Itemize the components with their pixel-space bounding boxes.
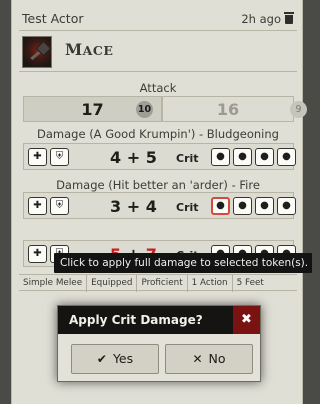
tag: 1 Action [188,275,233,292]
heart-plus-icon[interactable]: ✚ [28,245,47,263]
tag: Equipped [87,275,138,292]
tag: 5 Feet [236,278,264,288]
attack-roll-secondary[interactable]: 16 9 [162,96,307,122]
damage-total[interactable]: 4 + 5 [110,148,157,167]
user-triple-damage-icon[interactable]: ● [277,197,296,215]
heart-plus-icon[interactable]: ✚ [28,197,47,215]
divider [19,30,297,31]
mace-item-image[interactable] [22,36,52,68]
apply-crit-dialog: Apply Crit Damage? ✖ ✔ Yes ✕ No [57,305,261,382]
tooltip: Click to apply full damage to selected t… [54,253,312,273]
heart-plus-icon[interactable]: ✚ [28,148,47,166]
item-tags: Simple Melee Equipped Proficient 1 Actio… [19,274,297,292]
damage-label: Damage (Hit better an 'arder) - Fire [56,178,260,192]
damage-row: ✚ ⛨ 4 + 5 Crit ● ● ● ● [23,143,296,170]
d20-die-result: 9 [290,101,307,118]
attack-label: Attack [139,81,177,95]
no-button[interactable]: ✕ No [165,344,253,374]
yes-button[interactable]: ✔ Yes [71,344,159,374]
trash-icon[interactable] [284,12,294,24]
damage-total[interactable]: 3 + 4 [110,197,157,216]
item-name[interactable]: MACE [65,40,113,59]
dialog-title: Apply Crit Damage? [69,313,203,327]
crit-label[interactable]: Crit [176,152,199,165]
check-icon: ✔ [96,352,107,366]
message-header: Test Actor 2h ago [22,9,294,29]
d20-die-result: 10 [136,101,153,118]
attack-roll-primary[interactable]: 17 10 [23,96,162,122]
tag: Simple Melee [19,275,88,292]
user-half-damage-icon[interactable]: ● [233,148,252,166]
damage-label: Damage (A Good Krumpin') - Bludgeoning [37,127,279,141]
user-double-damage-icon[interactable]: ● [255,197,274,215]
tag: Proficient [137,275,188,292]
crit-label[interactable]: Crit [176,201,199,214]
damage-row: ✚ ⛨ 3 + 4 Crit ● ● ● ● [23,192,296,219]
shield-heart-icon[interactable]: ⛨ [50,148,69,166]
attack-total: 16 [216,100,240,119]
divider [19,71,297,72]
actor-name: Test Actor [22,11,84,26]
user-full-damage-icon[interactable]: ● [211,148,230,166]
dialog-titlebar: Apply Crit Damage? ✖ [58,306,260,334]
user-half-damage-icon[interactable]: ● [233,197,252,215]
close-icon[interactable]: ✖ [233,306,260,334]
message-timestamp: 2h ago [241,12,281,26]
user-double-damage-icon[interactable]: ● [255,148,274,166]
user-full-damage-icon[interactable]: ● [211,197,230,215]
shield-heart-icon[interactable]: ⛨ [50,197,69,215]
user-triple-damage-icon[interactable]: ● [277,148,296,166]
x-icon: ✕ [192,352,203,366]
